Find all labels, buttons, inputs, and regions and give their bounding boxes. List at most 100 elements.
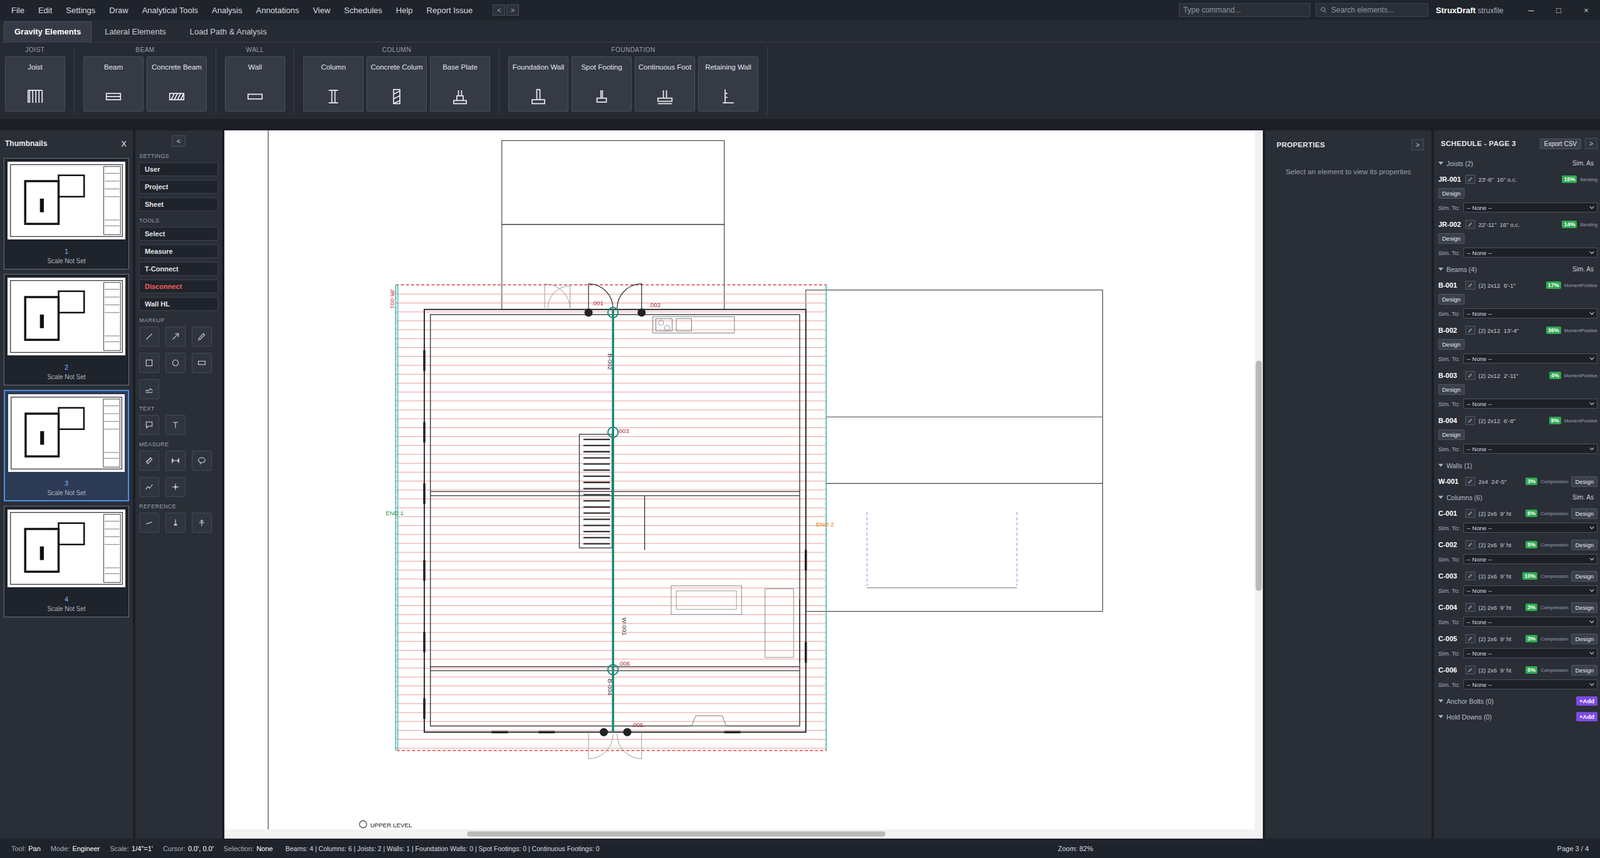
similar-to-select[interactable]: -- None --: [1463, 398, 1598, 409]
joist-line[interactable]: [395, 329, 827, 331]
section-header[interactable]: Hold Downs (0)+Add: [1438, 708, 1598, 725]
edit-button[interactable]: [1465, 416, 1476, 425]
plan-label[interactable]: .003: [617, 427, 630, 435]
tool-icon-button[interactable]: [165, 450, 186, 471]
joist-line[interactable]: [395, 525, 827, 526]
tool-icon-button[interactable]: [139, 379, 160, 400]
joist-line[interactable]: [395, 480, 827, 482]
ribbon-tab[interactable]: Lateral Elements: [94, 21, 177, 42]
section-header[interactable]: Joists (2)Sim. As: [1438, 155, 1598, 172]
add-button[interactable]: +Add: [1576, 711, 1598, 722]
section-header[interactable]: Columns (6)Sim. As: [1438, 489, 1598, 506]
ribbon-button[interactable]: Wall: [224, 56, 286, 112]
edit-button[interactable]: [1465, 219, 1476, 229]
edit-button[interactable]: [1465, 540, 1476, 550]
similar-to-select[interactable]: -- None --: [1463, 585, 1598, 596]
tool-icon-button[interactable]: [165, 476, 186, 497]
menu-item[interactable]: Annotations: [255, 5, 299, 16]
menu-item[interactable]: View: [312, 5, 331, 16]
search-field[interactable]: [1315, 3, 1429, 17]
column-marker[interactable]: [637, 308, 646, 317]
joist-line[interactable]: [395, 400, 827, 402]
joist-line[interactable]: [395, 489, 827, 491]
page-thumbnail[interactable]: 2Scale Not Set: [3, 273, 130, 386]
ribbon-button[interactable]: Concrete Colum: [366, 56, 427, 112]
joist-line[interactable]: [395, 507, 827, 509]
ribbon-button[interactable]: Beam: [83, 56, 144, 112]
tool-button[interactable]: T-Connect: [139, 261, 219, 276]
column-marker[interactable]: [584, 308, 593, 317]
design-button[interactable]: Design: [1571, 664, 1598, 676]
joist-line[interactable]: [395, 498, 827, 500]
nav-arrow-button[interactable]: >: [506, 4, 519, 16]
plan-label[interactable]: JR-001: [389, 288, 397, 309]
element-id[interactable]: B-002: [1438, 326, 1463, 335]
plan-label[interactable]: END 1: [385, 509, 404, 517]
joist-line[interactable]: [395, 347, 827, 348]
plan-label[interactable]: .001: [591, 299, 604, 307]
add-button[interactable]: +Add: [1576, 696, 1598, 706]
menu-item[interactable]: File: [11, 5, 25, 16]
search-input[interactable]: [1329, 5, 1424, 16]
similar-to-select[interactable]: -- None --: [1463, 202, 1598, 213]
design-button[interactable]: Design: [1571, 539, 1598, 551]
joist-line[interactable]: [395, 711, 827, 713]
horizontal-scroll-thumb[interactable]: [466, 831, 885, 837]
joist-line[interactable]: [395, 516, 827, 518]
plan-label[interactable]: W-001: [621, 617, 628, 636]
joist-line[interactable]: [395, 311, 827, 313]
joist-line[interactable]: [395, 302, 827, 304]
joist-line[interactable]: [395, 622, 827, 624]
joist-line[interactable]: [395, 721, 827, 722]
joist-line[interactable]: [395, 730, 827, 731]
design-button[interactable]: Design: [1571, 508, 1598, 519]
joist-line[interactable]: [395, 552, 827, 553]
joist-line[interactable]: [395, 614, 827, 615]
tool-button[interactable]: Disconnect: [139, 279, 219, 294]
plan-label[interactable]: .006: [617, 659, 630, 667]
element-id[interactable]: JR-001: [1438, 175, 1463, 184]
ribbon-button[interactable]: Column: [303, 56, 364, 112]
edit-button[interactable]: [1465, 325, 1476, 335]
ribbon-tab[interactable]: Gravity Elements: [3, 21, 92, 42]
design-button[interactable]: Design: [1438, 233, 1465, 244]
columns[interactable]: [584, 307, 647, 737]
vertical-scroll-thumb[interactable]: [1255, 360, 1263, 591]
joist-line[interactable]: [395, 418, 827, 420]
plan-label[interactable]: B-004: [606, 678, 614, 696]
collapse-button[interactable]: <: [171, 135, 186, 147]
section-header[interactable]: Beams (4)Sim. As: [1438, 261, 1598, 278]
drawing-canvas[interactable]: JR-001B-002W-001B-004END 1END 2.001.002.…: [224, 130, 1263, 839]
window-control-button[interactable]: □: [1544, 5, 1573, 16]
edit-button[interactable]: [1465, 174, 1476, 184]
column-marker[interactable]: [607, 307, 618, 318]
tool-icon-button[interactable]: [191, 326, 212, 347]
vertical-scrollbar[interactable]: [1254, 130, 1263, 839]
joist-line[interactable]: [395, 533, 827, 535]
ribbon-button[interactable]: Joist: [5, 56, 66, 112]
tool-icon-button[interactable]: [139, 476, 160, 497]
menu-item[interactable]: Settings: [65, 5, 96, 16]
tool-icon-button[interactable]: [139, 326, 160, 347]
edit-button[interactable]: [1465, 280, 1476, 290]
tool-button[interactable]: Wall HL: [139, 297, 219, 311]
joist-line[interactable]: [395, 453, 827, 455]
element-id[interactable]: C-005: [1438, 634, 1463, 643]
similar-to-select[interactable]: -- None --: [1463, 443, 1598, 454]
page-thumbnail[interactable]: 1Scale Not Set: [3, 157, 130, 270]
joist-line[interactable]: [395, 382, 827, 384]
tool-icon-button[interactable]: [139, 352, 160, 373]
section-header[interactable]: Anchor Bolts (0)+Add: [1438, 693, 1598, 709]
joist-line[interactable]: [395, 649, 827, 651]
tool-icon-button[interactable]: [191, 512, 212, 533]
plan-label[interactable]: .002: [648, 301, 661, 309]
joist-line[interactable]: [395, 320, 827, 321]
joist-line[interactable]: [395, 587, 827, 589]
ribbon-button[interactable]: Foundation Wall: [508, 56, 569, 112]
similar-to-select[interactable]: -- None --: [1463, 308, 1598, 319]
floor-plan[interactable]: JR-001B-002W-001B-004END 1END 2.001.002.…: [224, 130, 1263, 839]
ribbon-button[interactable]: Retaining Wall: [698, 56, 759, 112]
joist-line[interactable]: [395, 578, 827, 580]
section-header[interactable]: Walls (1): [1438, 457, 1598, 474]
ribbon-button[interactable]: Spot Footing: [571, 56, 632, 112]
